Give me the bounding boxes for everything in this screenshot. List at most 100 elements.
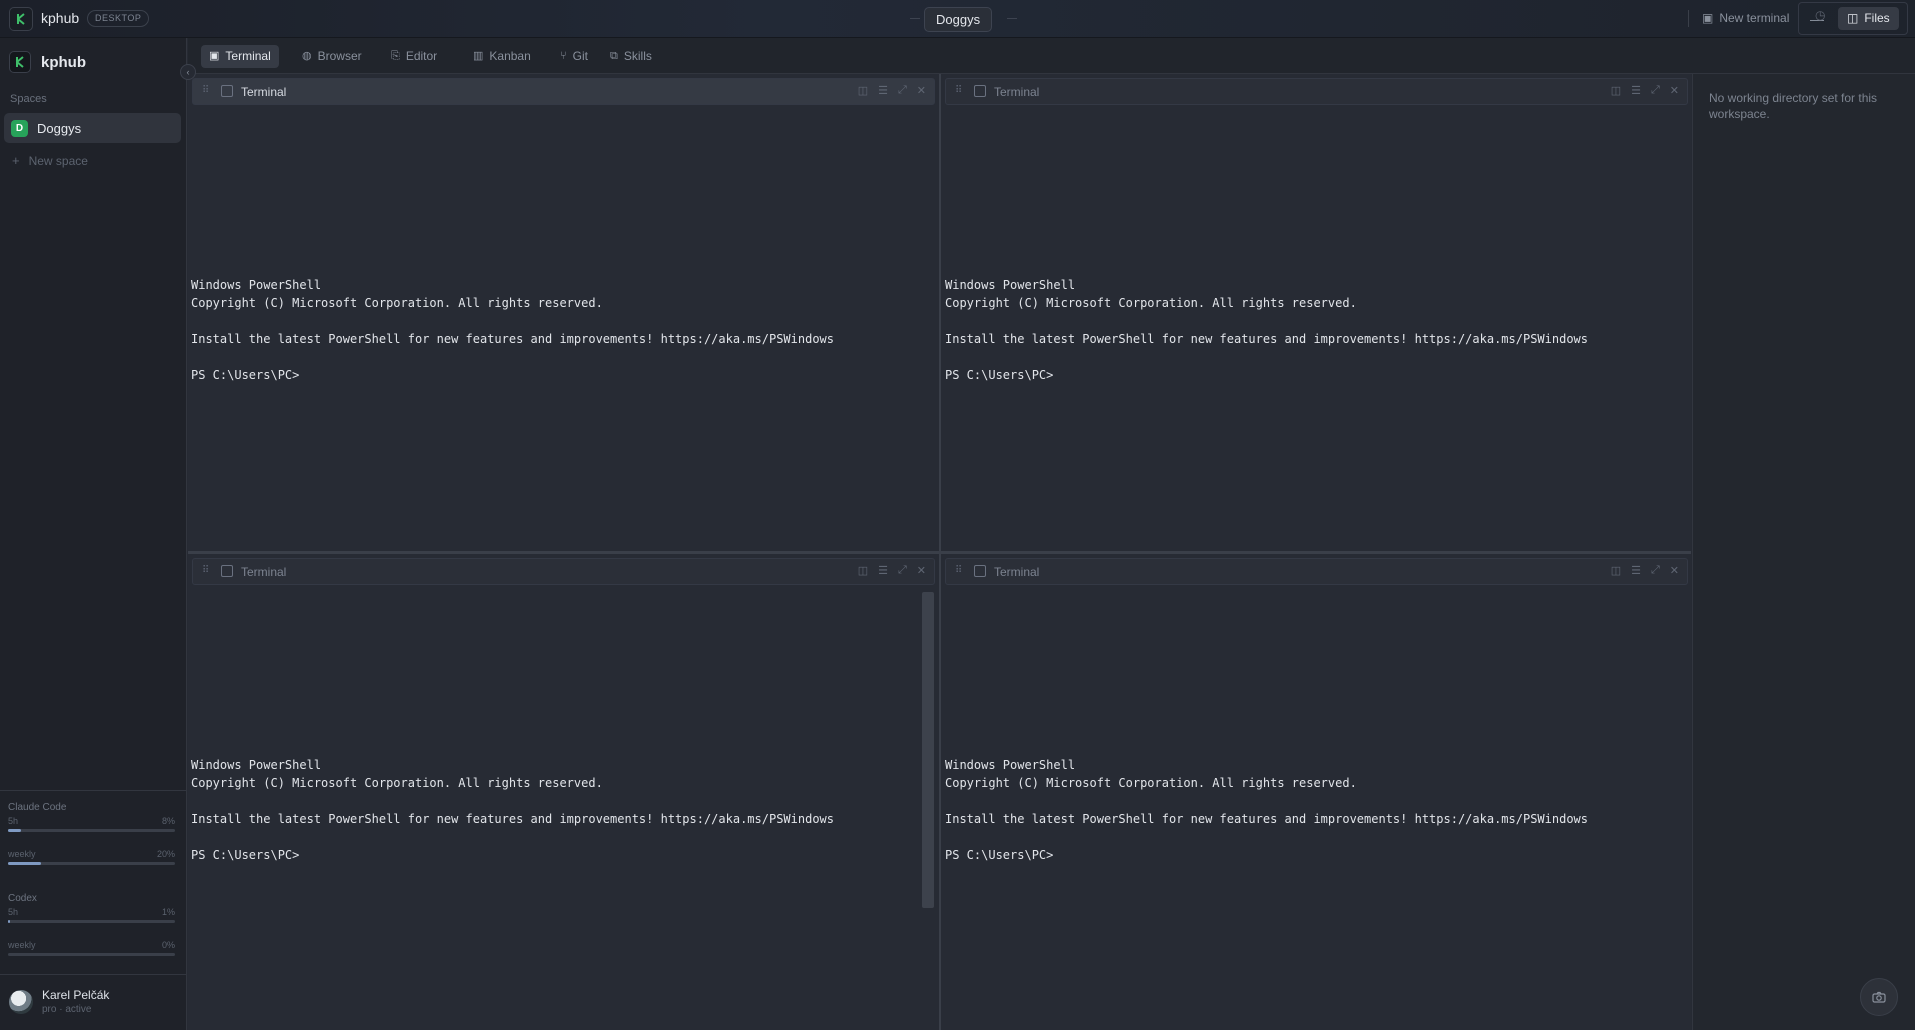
terminal-icon: ▣ <box>209 50 220 62</box>
tab-browser[interactable]: ◍ Browser <box>294 45 370 68</box>
usage-row-label: weekly <box>8 849 36 859</box>
usage-row-label: 5h <box>8 907 19 917</box>
terminal-prompt: PS C:\Users\PC> <box>945 848 1054 862</box>
maximize-pane-icon[interactable]: ⤢ <box>898 564 907 577</box>
toolbar-divider <box>1688 10 1689 27</box>
panel-icon: ◫ <box>1847 11 1859 25</box>
desktop-badge: DESKTOP <box>87 10 150 27</box>
terminal-pane-2[interactable]: ⠿ Terminal ◫ ☰ ⤢ ✕ Windows PowerShell Cop… <box>941 74 1691 551</box>
new-terminal-label: New terminal <box>1719 11 1790 25</box>
avatar <box>9 990 33 1014</box>
sidebar: kphub ‹ Spaces D Doggys + New space Claud… <box>0 38 196 1030</box>
pane-header: ⠿ Terminal ◫ ☰ ⤢ ✕ <box>945 78 1688 105</box>
terminal-line: Install the latest PowerShell for new fe… <box>191 812 834 826</box>
close-pane-icon[interactable]: ✕ <box>1670 84 1679 97</box>
app-logo-icon <box>9 7 33 31</box>
pane-title: Terminal <box>241 565 287 579</box>
history-icon[interactable]: ◷ <box>1815 8 1825 22</box>
split-vertical-icon[interactable]: ◫ <box>1611 564 1621 577</box>
space-item-doggys[interactable]: D Doggys <box>4 113 181 143</box>
terminal-output[interactable]: Windows PowerShell Copyright (C) Microsof… <box>191 276 834 384</box>
split-horizontal-icon[interactable]: ☰ <box>878 564 888 577</box>
files-panel: No working directory set for this worksp… <box>1692 74 1915 1030</box>
camera-icon[interactable] <box>1860 978 1898 1016</box>
usage-row: weekly 0% <box>8 940 175 950</box>
maximize-pane-icon[interactable]: ⤢ <box>1651 564 1660 577</box>
terminal-plus-icon: ▣ <box>1702 11 1714 25</box>
terminal-output[interactable]: Windows PowerShell Copyright (C) Microsof… <box>945 276 1588 384</box>
workspace-title[interactable]: Doggys <box>924 7 993 32</box>
terminal-line: Windows PowerShell <box>191 278 322 292</box>
git-branch-icon: ⑂ <box>560 50 567 62</box>
globe-icon: ◍ <box>302 50 312 62</box>
space-name: Doggys <box>37 121 82 136</box>
user-name: Karel Pelčák <box>42 988 110 1002</box>
app-name: kphub <box>41 10 80 26</box>
terminal-output[interactable]: Windows PowerShell Copyright (C) Microsof… <box>945 756 1588 864</box>
close-pane-icon[interactable]: ✕ <box>917 84 926 97</box>
terminal-prompt: PS C:\Users\PC> <box>191 848 300 862</box>
tab-skills[interactable]: ⧉ Skills <box>602 45 660 68</box>
usage-bar <box>8 862 175 865</box>
usage-bar-fill <box>8 920 10 923</box>
tab-kanban[interactable]: ▥ Kanban <box>465 45 539 68</box>
usage-row-label: weekly <box>8 940 36 950</box>
terminal-prompt: PS C:\Users\PC> <box>945 368 1054 382</box>
drag-handle-icon[interactable]: ⠿ <box>202 565 209 576</box>
maximize-pane-icon[interactable]: ⤢ <box>1651 84 1660 97</box>
close-pane-icon[interactable]: ✕ <box>917 564 926 577</box>
new-space-label: New space <box>28 154 88 168</box>
pane-tools: ◫ ☰ ⤢ ✕ <box>1611 84 1679 97</box>
usage-panel: Claude Code 5h 8% weekly 20% Codex 5h 1% we… <box>0 790 187 956</box>
tab-label: Git <box>572 49 588 63</box>
tab-editor[interactable]: ⎘ Editor <box>383 45 445 68</box>
pane-title: Terminal <box>994 85 1040 99</box>
plus-icon: + <box>12 153 20 168</box>
title-divider <box>1007 18 1017 19</box>
split-vertical-icon[interactable]: ◫ <box>858 564 868 577</box>
collapse-sidebar-icon[interactable]: ‹ <box>180 64 196 80</box>
terminal-scrollbar[interactable] <box>922 592 934 908</box>
files-toggle-button[interactable]: ◫ Files <box>1838 7 1899 30</box>
usage-row: weekly 20% <box>8 849 175 859</box>
split-horizontal-icon[interactable]: ☰ <box>1631 564 1641 577</box>
terminal-line: Copyright (C) Microsoft Corporation. All… <box>191 296 603 310</box>
maximize-pane-icon[interactable]: ⤢ <box>898 84 907 97</box>
terminal-line: Install the latest PowerShell for new fe… <box>945 332 1588 346</box>
terminal-icon <box>974 85 986 97</box>
terminal-line: Install the latest PowerShell for new fe… <box>191 332 834 346</box>
tab-label: Browser <box>317 49 362 63</box>
terminal-pane-3[interactable]: ⠿ Terminal ◫ ☰ ⤢ ✕ Windows PowerShell Cop… <box>188 554 939 1030</box>
new-space-button[interactable]: + New space <box>12 153 88 168</box>
tab-terminal[interactable]: ▣ Terminal <box>201 45 279 68</box>
terminal-line: Copyright (C) Microsoft Corporation. All… <box>945 296 1357 310</box>
pane-tools: ◫ ☰ ⤢ ✕ <box>858 564 926 577</box>
drag-handle-icon[interactable]: ⠿ <box>955 85 962 96</box>
split-vertical-icon[interactable]: ◫ <box>858 84 868 97</box>
terminal-line: Install the latest PowerShell for new fe… <box>945 812 1588 826</box>
pane-tools: ◫ ☰ ⤢ ✕ <box>1611 564 1679 577</box>
split-horizontal-icon[interactable]: ☰ <box>878 84 888 97</box>
terminal-line: Copyright (C) Microsoft Corporation. All… <box>945 776 1357 790</box>
drag-handle-icon[interactable]: ⠿ <box>955 565 962 576</box>
drag-handle-icon[interactable]: ⠿ <box>202 85 209 96</box>
usage-row: 5h 8% <box>8 816 175 826</box>
user-profile[interactable]: Karel Pelčák pro · active <box>0 974 187 1030</box>
usage-bar-fill <box>8 829 22 832</box>
pane-header: ⠿ Terminal ◫ ☰ ⤢ ✕ <box>945 558 1688 585</box>
split-vertical-icon[interactable]: ◫ <box>1611 84 1621 97</box>
claude-usage-label: Claude Code <box>8 802 67 813</box>
tab-label: Editor <box>405 49 438 63</box>
terminal-pane-4[interactable]: ⠿ Terminal ◫ ☰ ⤢ ✕ Windows PowerShell Cop… <box>941 554 1691 1030</box>
terminal-output[interactable]: Windows PowerShell Copyright (C) Microsof… <box>191 756 834 864</box>
split-horizontal-icon[interactable]: ☰ <box>1631 84 1641 97</box>
usage-row-label: 5h <box>8 816 19 826</box>
terminal-line: Copyright (C) Microsoft Corporation. All… <box>191 776 603 790</box>
tab-git[interactable]: ⑂ Git <box>552 45 596 68</box>
title-bar: kphub DESKTOP Doggys — ☐ ✕ <box>0 0 1915 38</box>
new-terminal-button[interactable]: ▣ New terminal <box>1702 7 1789 30</box>
close-pane-icon[interactable]: ✕ <box>1670 564 1679 577</box>
terminal-pane-1[interactable]: ⠿ Terminal ◫ ☰ ⤢ ✕ Windows PowerShell Cop… <box>188 74 939 551</box>
user-status: pro · active <box>42 1004 92 1015</box>
title-divider <box>910 18 920 19</box>
